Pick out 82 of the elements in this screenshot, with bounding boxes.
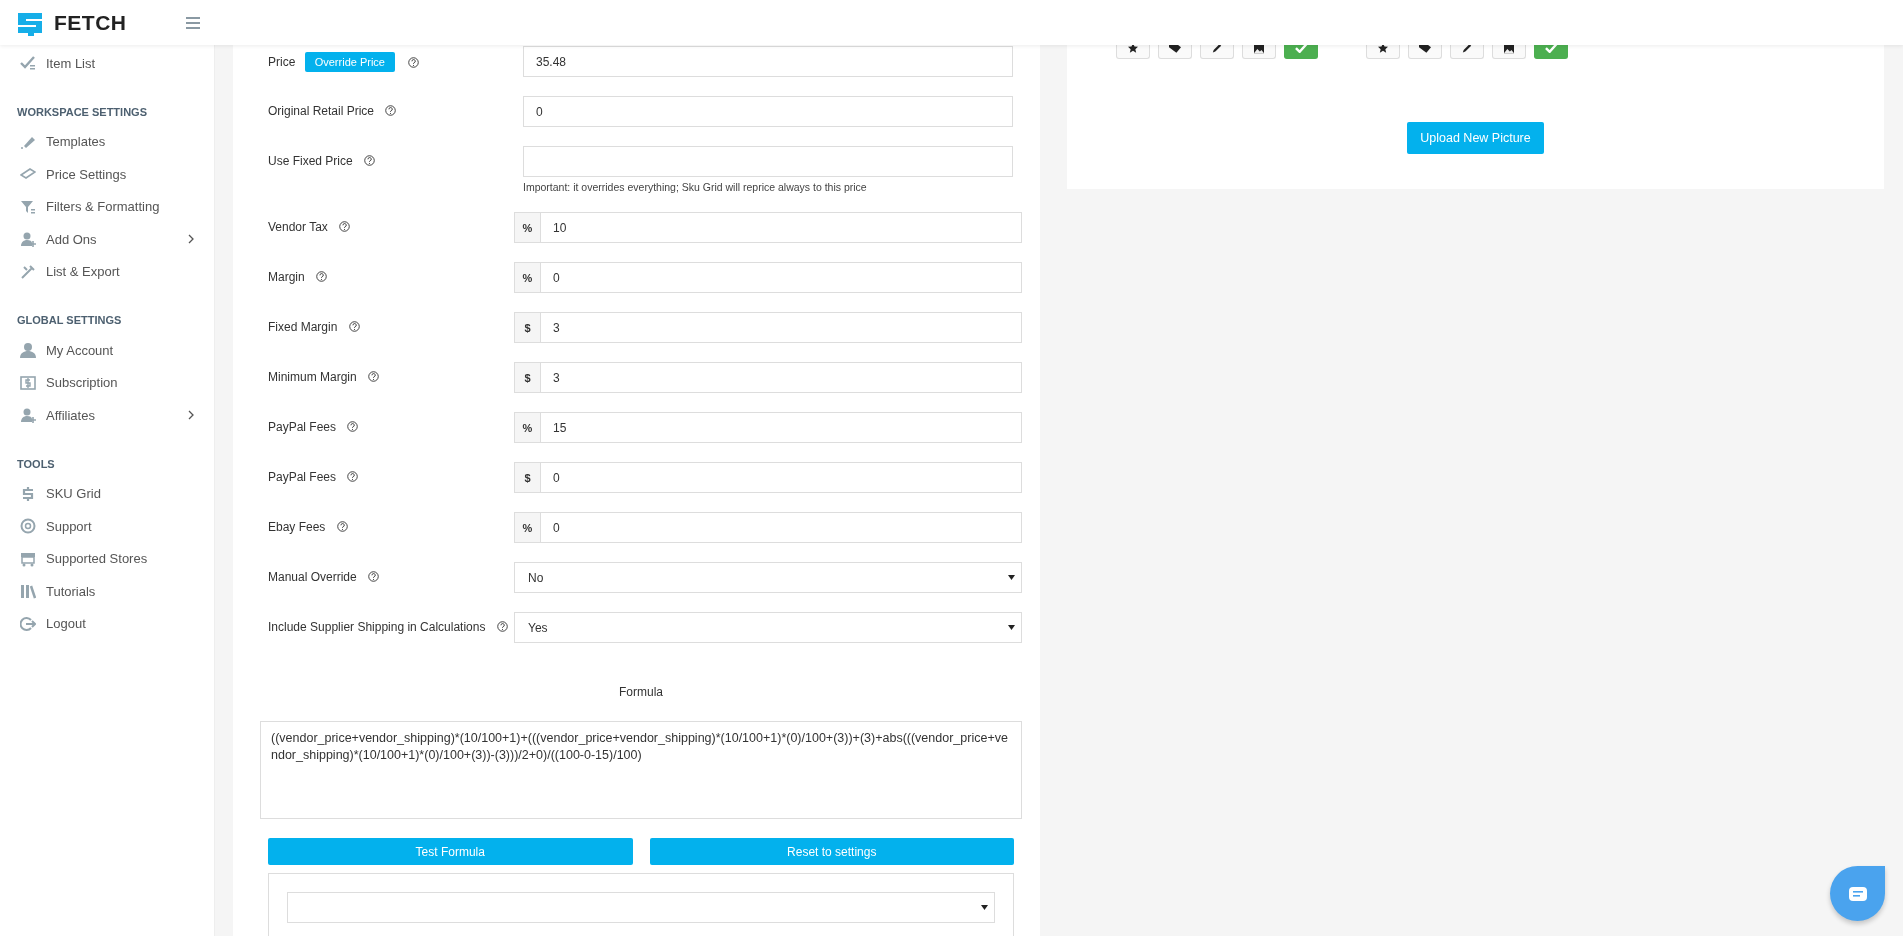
chevron-icon [188, 410, 194, 421]
logout-icon [20, 615, 36, 632]
sidebar-item[interactable]: Supported Stores [0, 542, 214, 575]
help-icon[interactable] [368, 371, 380, 383]
user-plus-icon [20, 407, 36, 424]
formula-textarea[interactable]: ((vendor_price+vendor_shipping)*(10/100+1)+(((vendor_price+vendor_shipping)*(10/100+1)*(0)/100+(3))+(3)+abs(((vendor_price+vendor_shipping)*(10/100+1)*(0)/100+(3))-(3)))/2+0)/((100-0-15)/100) [260, 721, 1022, 819]
help-icon[interactable] [336, 521, 348, 533]
field-label: Original Retail Price [268, 103, 375, 118]
sidebar-item[interactable]: SKU Grid [0, 477, 214, 510]
sidebar-item[interactable]: List & Export [0, 255, 214, 288]
field-label: Manual Override [268, 569, 357, 584]
sidebar-item[interactable]: Logout [0, 607, 214, 640]
sidebar-item[interactable]: Item List [0, 47, 214, 80]
text-field[interactable]: 35.48 [523, 46, 1013, 77]
chat-button[interactable] [1830, 866, 1885, 921]
sidebar-item[interactable]: Add Ons [0, 223, 214, 256]
books-icon [20, 583, 36, 600]
help-text: Important: it overrides everything; Sku Grid will reprice always to this price [523, 181, 868, 193]
help-icon[interactable] [347, 471, 359, 483]
sidebar-item[interactable]: Subscription [0, 366, 214, 399]
field-label: Margin [268, 269, 305, 284]
unit-addon: $ [514, 462, 540, 493]
checklist-icon [20, 55, 36, 72]
help-icon[interactable] [408, 56, 420, 68]
unit-addon: $ [514, 312, 540, 343]
caret-icon [1008, 575, 1015, 580]
sidebar-item[interactable]: Templates [0, 125, 214, 158]
tools-icon [20, 263, 36, 280]
caret-icon [981, 905, 988, 910]
menu-icon[interactable] [184, 14, 202, 31]
store-icon [20, 550, 36, 567]
unit-addon: % [514, 512, 540, 543]
text-field[interactable]: 0 [523, 96, 1013, 127]
lifebuoy-icon [20, 518, 36, 535]
section-heading: WORKSPACE SETTINGS [16, 104, 148, 120]
sidebar-item[interactable]: My Account [0, 334, 214, 367]
chevron-icon [188, 234, 194, 245]
field-label: Fixed Margin [268, 319, 338, 334]
field-label: Use Fixed Price [268, 153, 353, 168]
image-icon [1254, 45, 1264, 54]
sidebar-item[interactable]: Affiliates [0, 399, 214, 432]
unit-addon: % [514, 262, 540, 293]
dollar-icon [20, 485, 36, 502]
select-field[interactable]: No [514, 562, 1022, 593]
formula-label: Formula [618, 685, 664, 699]
chat-icon [1847, 885, 1868, 902]
logo-text: FETCH [54, 10, 127, 35]
field-label: Vendor Tax [268, 219, 328, 234]
section-heading: GLOBAL SETTINGS [16, 313, 123, 328]
help-icon[interactable] [348, 321, 360, 333]
help-icon[interactable] [316, 271, 328, 283]
unit-addon: % [514, 212, 540, 243]
help-icon[interactable] [339, 221, 351, 233]
help-icon[interactable] [364, 155, 376, 167]
field-label: PayPal Fees [268, 419, 337, 434]
filter-icon [20, 198, 36, 215]
star-icon [1128, 45, 1138, 54]
field-label: PayPal Fees [268, 469, 337, 484]
dollar-box-icon [20, 374, 36, 391]
field-label: Price [268, 55, 296, 69]
select-field[interactable]: Yes [514, 612, 1022, 643]
help-icon[interactable] [347, 421, 359, 433]
field-label: Ebay Fees [268, 519, 326, 534]
user-icon [20, 342, 36, 359]
text-field[interactable] [523, 146, 1013, 177]
sidebar-item[interactable]: Support [0, 510, 214, 543]
help-icon[interactable] [385, 105, 397, 117]
unit-addon: $ [514, 362, 540, 393]
field-label: Include Supplier Shipping in Calculations [268, 619, 486, 634]
select-field[interactable] [287, 892, 995, 923]
user-plus-icon [20, 231, 36, 248]
sidebar-item[interactable]: Tutorials [0, 575, 214, 608]
section-heading: TOOLS [16, 456, 56, 472]
unit-addon: % [514, 412, 540, 443]
star-icon [1378, 45, 1388, 54]
field-label: Minimum Margin [268, 369, 357, 384]
sidebar-item[interactable]: Price Settings [0, 158, 214, 191]
image-icon [1504, 45, 1514, 54]
sidebar-item[interactable]: Filters & Formatting [0, 190, 214, 223]
caret-icon [1008, 625, 1015, 630]
help-icon[interactable] [368, 571, 380, 583]
help-icon[interactable] [496, 621, 508, 633]
